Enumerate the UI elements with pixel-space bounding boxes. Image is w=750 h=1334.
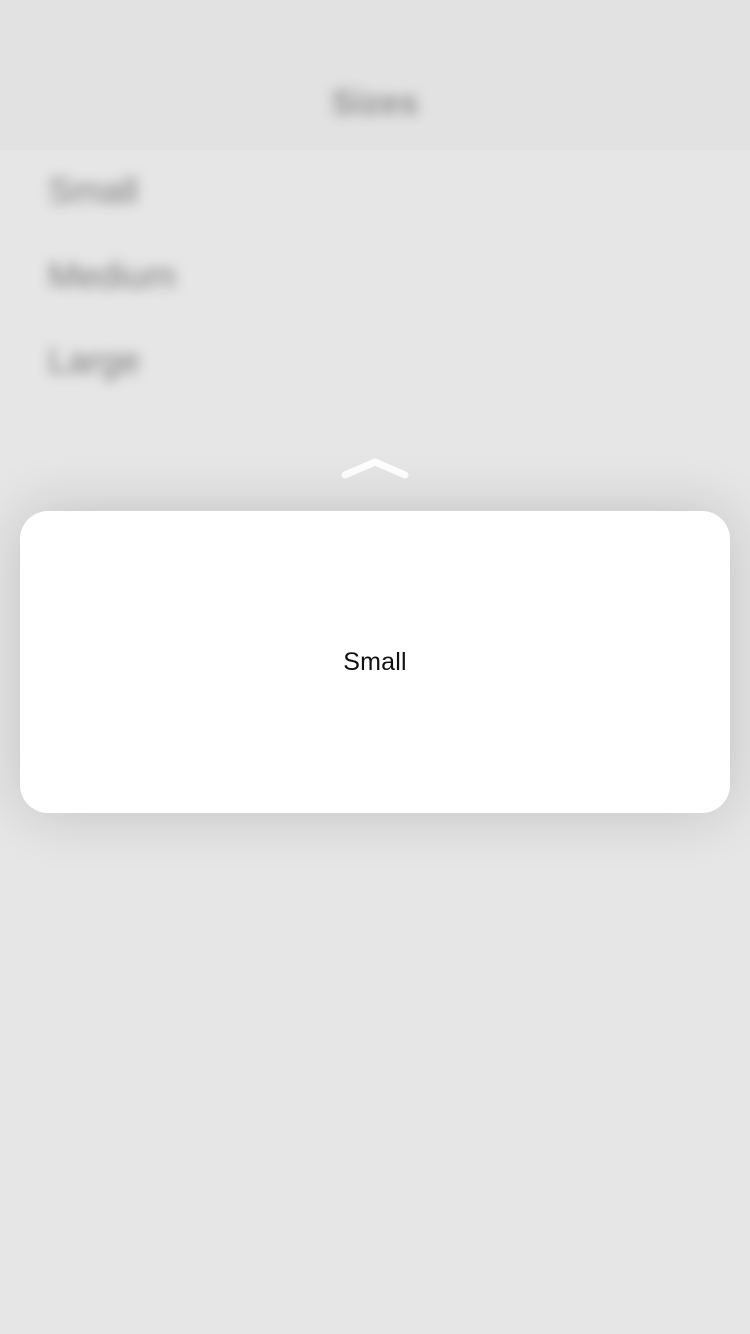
chevron-up-icon xyxy=(341,458,409,479)
size-list: Small Medium Large xyxy=(0,150,750,405)
list-item-small: Small xyxy=(0,150,750,235)
list-item-label: Medium xyxy=(48,255,177,296)
nav-title: Sizes xyxy=(331,84,419,122)
peek-preview-card[interactable]: Small xyxy=(20,511,730,813)
navigation-bar: Sizes xyxy=(0,0,750,150)
list-item-large: Large xyxy=(0,320,750,405)
peek-preview-label: Small xyxy=(343,647,407,676)
list-item-label: Small xyxy=(48,170,139,211)
list-item-label: Large xyxy=(48,340,141,381)
list-item-medium: Medium xyxy=(0,235,750,320)
